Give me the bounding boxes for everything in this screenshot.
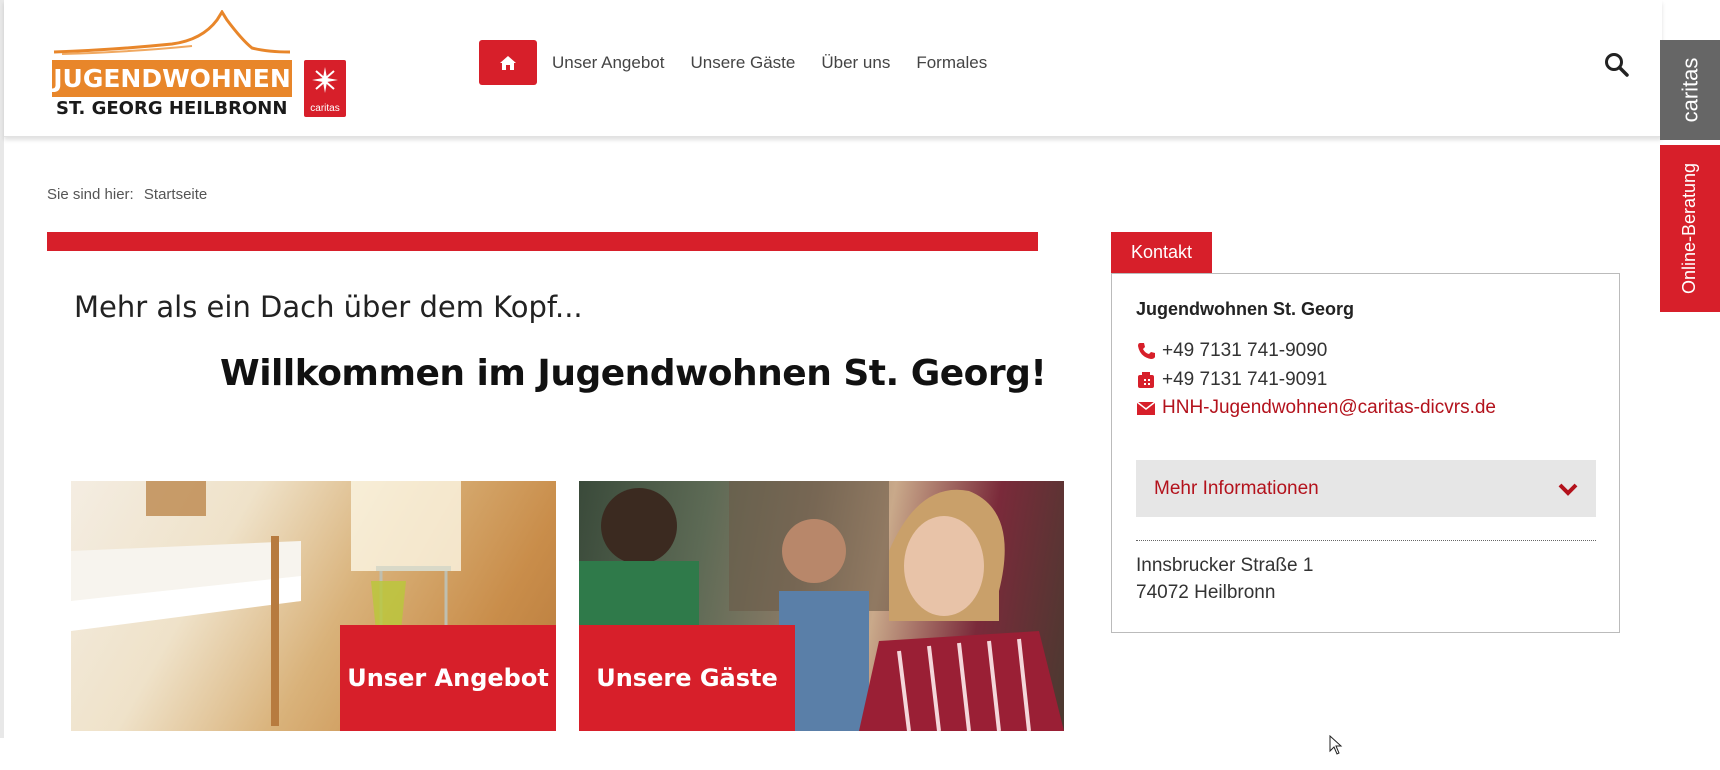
contact-name: Jugendwohnen St. Georg (1136, 299, 1355, 319)
mouse-cursor-icon (1329, 735, 1343, 755)
nav-home-button[interactable] (479, 40, 537, 85)
tile-unsere-gaeste[interactable]: Unsere Gäste (579, 481, 1064, 731)
contact-phone-number: +49 7131 741-9090 (1162, 340, 1328, 361)
main-nav: Unser Angebot Unsere Gäste Über uns Form… (479, 40, 1013, 85)
tagline: Mehr als ein Dach über dem Kopf... (74, 290, 583, 324)
logo-subtitle: ST. GEORG HEILBRONN (56, 98, 288, 119)
contact-box: Jugendwohnen St. Georg +49 7131 741-9090… (1111, 273, 1620, 633)
phone-icon (1138, 343, 1155, 359)
welcome-heading: Willkommen im Jugendwohnen St. Georg! (220, 353, 1047, 394)
caritas-cross-icon (312, 67, 338, 93)
contact-divider (1136, 540, 1596, 541)
nav-item-unsere-gaeste[interactable]: Unsere Gäste (690, 53, 795, 73)
side-tab-online-beratung[interactable]: Online-Beratung (1660, 145, 1720, 312)
contact-city: 74072 Heilbronn (1136, 582, 1276, 603)
contact-fax-number: +49 7131 741-9091 (1162, 369, 1328, 390)
side-tab-caritas-label: caritas (1677, 57, 1703, 123)
envelope-icon (1136, 401, 1156, 415)
contact-tab: Kontakt (1111, 232, 1212, 273)
home-icon (500, 55, 516, 70)
tile-label-unser-angebot[interactable]: Unser Angebot (340, 625, 556, 731)
nav-item-formales[interactable]: Formales (916, 53, 987, 73)
content-divider-bar (47, 232, 1038, 251)
contact-street: Innsbrucker Straße 1 (1136, 555, 1314, 576)
side-tab-caritas[interactable]: caritas (1660, 40, 1720, 140)
contact-fax: +49 7131 741-9091 (1136, 369, 1327, 391)
tile-label-unsere-gaeste[interactable]: Unsere Gäste (579, 625, 795, 731)
caritas-badge-label: caritas (310, 103, 340, 114)
more-info-toggle[interactable]: Mehr Informationen (1136, 460, 1596, 517)
chevron-down-icon (1558, 483, 1578, 496)
side-tab-online-label: Online-Beratung (1679, 162, 1700, 295)
logo-wordmark: JUGENDWOHNEN (52, 60, 292, 97)
breadcrumb-current[interactable]: Startseite (144, 186, 207, 203)
site-header: JUGENDWOHNEN ST. GEORG HEILBRONN caritas… (4, 0, 1662, 137)
breadcrumb-prefix: Sie sind hier: (47, 186, 134, 203)
caritas-logo: caritas (304, 60, 346, 117)
fax-icon (1138, 372, 1154, 388)
nav-item-unser-angebot[interactable]: Unser Angebot (552, 53, 664, 73)
tile-unser-angebot[interactable]: Unser Angebot (71, 481, 556, 731)
contact-email[interactable]: HNH-Jugendwohnen@caritas-dicvrs.de (1136, 397, 1496, 419)
more-info-label: Mehr Informationen (1154, 477, 1319, 499)
nav-item-ueber-uns[interactable]: Über uns (821, 53, 890, 73)
roof-logo-graphic (53, 10, 291, 55)
site-logo[interactable]: JUGENDWOHNEN ST. GEORG HEILBRONN caritas (52, 10, 352, 122)
contact-phone[interactable]: +49 7131 741-9090 (1136, 340, 1327, 362)
contact-email-link[interactable]: HNH-Jugendwohnen@caritas-dicvrs.de (1162, 397, 1496, 419)
search-icon[interactable] (1604, 52, 1630, 78)
breadcrumb: Sie sind hier: Startseite (47, 186, 207, 203)
